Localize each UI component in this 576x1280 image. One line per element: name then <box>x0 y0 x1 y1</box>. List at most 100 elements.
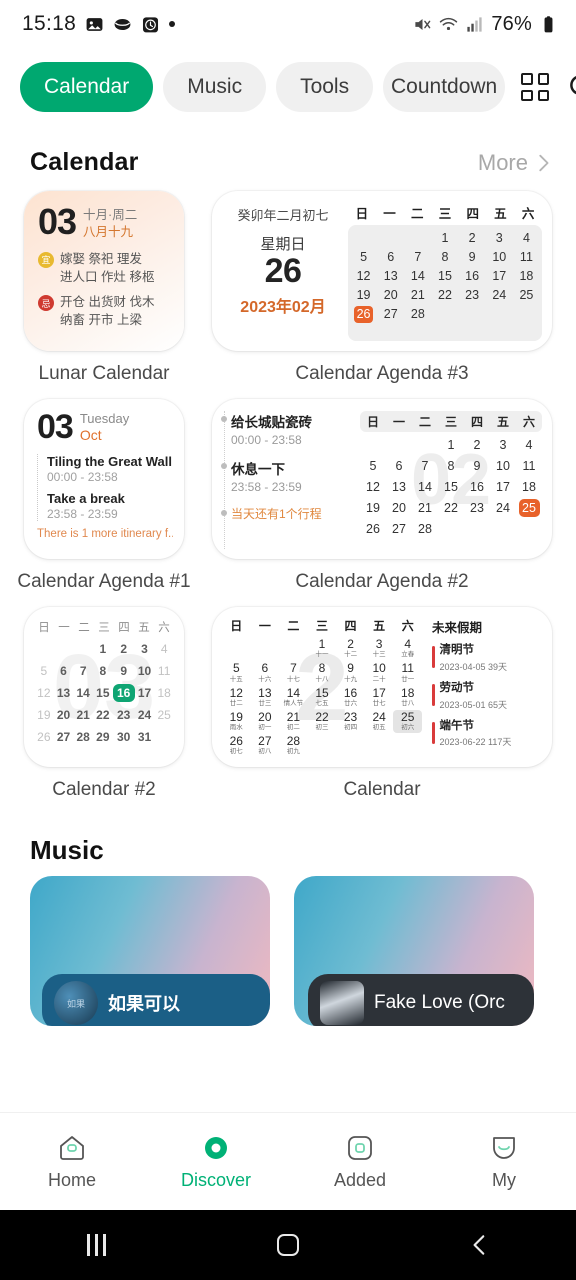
calendar-day-cell[interactable]: 6 十六 <box>251 661 280 684</box>
widget-lunar-calendar[interactable]: 03 十月·周二 八月十九 宜 嫁娶 祭祀 理发 进人口 作灶 移柩 忌 开仓 … <box>24 191 184 351</box>
tab-calendar[interactable]: Calendar <box>20 62 154 112</box>
calendar-day-cell[interactable]: 14 <box>412 478 438 496</box>
calendar-day-cell[interactable]: 3 十三 <box>365 637 394 660</box>
list-item[interactable]: 劳动节 2023-05-01 65天 <box>432 682 544 711</box>
calendar-day-cell[interactable]: 2 <box>464 436 490 454</box>
calendar-day-cell[interactable]: 25 <box>513 287 540 304</box>
calendar-day-cell[interactable]: 18 廿八 <box>393 686 422 709</box>
list-item[interactable]: Tiling the Great Wall 00:00 - 23:58 <box>47 454 173 484</box>
calendar-day-cell[interactable]: 5 十五 <box>222 661 251 684</box>
calendar-day-cell[interactable]: 22 <box>93 706 113 724</box>
calendar-day-cell[interactable]: 6 <box>54 662 74 680</box>
calendar-day-cell[interactable]: 10 二十 <box>365 661 394 684</box>
widget-calendar-2[interactable]: 03 日一二三四五六 1 2 3 4 5 6 7 8 9 10 11 12 13 14 15 16 17 18 19… <box>24 607 184 767</box>
calendar-day-cell[interactable]: 18 <box>154 684 174 702</box>
calendar-day-cell[interactable]: 23 <box>113 706 135 724</box>
calendar-day-cell[interactable]: 16 <box>459 268 486 285</box>
calendar-day-cell[interactable]: 1 <box>431 230 458 247</box>
calendar-day-cell[interactable]: 19 <box>34 706 54 724</box>
calendar-day-cell[interactable]: 28 初九 <box>279 734 308 757</box>
search-icon[interactable] <box>567 72 576 102</box>
calendar-day-cell[interactable]: 8 <box>431 249 458 266</box>
calendar-day-cell[interactable]: 20 <box>377 287 404 304</box>
list-item[interactable]: 清明节 2023-04-05 39天 <box>432 644 544 673</box>
list-item[interactable]: 休息一下 23:58 - 23:59 <box>221 458 352 494</box>
calendar-day-cell[interactable]: 27 <box>386 520 412 538</box>
widget-calendar-agenda-3[interactable]: 癸卯年二月初七 星期日 26 2023年02月 日一二三四五六 12345678… <box>212 191 552 351</box>
calendar-day-cell[interactable]: 14 情人节 <box>279 686 308 709</box>
scroll-content[interactable]: Calendar More 03 十月·周二 八月十九 宜 嫁娶 祭祀 理发 进… <box>0 126 576 1130</box>
tab-countdown[interactable]: Countdown <box>383 62 506 112</box>
calendar-day-cell[interactable]: 17 <box>490 478 516 496</box>
calendar-day-cell[interactable]: 17 <box>486 268 513 285</box>
calendar-day-cell[interactable]: 29 <box>93 728 113 746</box>
widget-calendar-big[interactable]: 2 日一二三四五六 1 十一 2 十二 3 十三 4 立春 5 十五 6 十六 7 十七 8 十八 9 十九 10 二… <box>212 607 552 767</box>
calendar-day-cell[interactable]: 16 <box>112 684 135 702</box>
calendar-day-cell[interactable]: 12 廿二 <box>222 686 251 709</box>
calendar-day-cell[interactable]: 24 <box>135 706 155 724</box>
calendar-day-cell[interactable]: 11 <box>154 662 174 680</box>
calendar-day-cell[interactable]: 14 <box>404 268 431 285</box>
tab-tools[interactable]: Tools <box>276 62 374 112</box>
calendar-day-cell[interactable]: 14 <box>73 684 93 702</box>
calendar-day-cell[interactable]: 7 <box>404 249 431 266</box>
calendar-day-cell[interactable]: 4 <box>513 230 540 247</box>
calendar-day-cell[interactable]: 2 十二 <box>336 637 365 660</box>
calendar-day-cell[interactable]: 26 <box>34 728 54 746</box>
calendar-day-cell[interactable]: 9 <box>459 249 486 266</box>
music-card-1[interactable]: 如果 如果可以 <box>30 876 270 1026</box>
calendar-day-cell[interactable]: 26 <box>360 520 386 538</box>
calendar-day-cell[interactable]: 22 <box>438 499 464 517</box>
calendar-day-cell[interactable]: 28 <box>404 306 431 323</box>
calendar-day-cell[interactable]: 10 <box>490 457 516 475</box>
music-card-2[interactable]: Fake Love (Orc <box>294 876 534 1026</box>
calendar-day-cell[interactable]: 19 <box>360 499 386 517</box>
calendar-day-cell[interactable]: 16 <box>464 478 490 496</box>
calendar-day-cell[interactable]: 23 <box>459 287 486 304</box>
calendar-day-cell[interactable]: 7 <box>73 662 93 680</box>
calendar-day-cell[interactable]: 7 十七 <box>279 661 308 684</box>
calendar-day-cell[interactable]: 5 <box>34 662 54 680</box>
nav-item-discover[interactable]: Discover <box>144 1133 288 1191</box>
calendar-day-cell[interactable]: 11 廿一 <box>393 661 422 684</box>
calendar-day-cell[interactable]: 24 初五 <box>365 710 394 733</box>
calendar-day-cell[interactable]: 5 <box>350 249 377 266</box>
nav-item-added[interactable]: Added <box>288 1133 432 1191</box>
calendar-more-link[interactable]: More <box>478 150 554 176</box>
calendar-day-cell[interactable]: 28 <box>73 728 93 746</box>
calendar-day-cell[interactable]: 2 <box>113 640 135 658</box>
widget-calendar-agenda-2[interactable]: 给长城贴瓷砖 00:00 - 23:58 休息一下 23:58 - 23:59 … <box>212 399 552 559</box>
calendar-day-cell[interactable]: 20 初一 <box>251 710 280 733</box>
calendar-day-cell[interactable]: 9 <box>464 457 490 475</box>
calendar-day-cell[interactable]: 15 七五 <box>308 686 337 709</box>
calendar-day-cell[interactable]: 6 <box>386 457 412 475</box>
calendar-day-cell[interactable]: 20 <box>386 499 412 517</box>
calendar-day-cell[interactable]: 23 初四 <box>336 710 365 733</box>
calendar-day-cell[interactable]: 22 初三 <box>308 710 337 733</box>
calendar-day-cell[interactable]: 15 <box>438 478 464 496</box>
calendar-day-cell[interactable]: 18 <box>516 478 542 496</box>
grid-view-icon[interactable] <box>521 73 550 101</box>
calendar-day-cell[interactable]: 16 廿六 <box>336 686 365 709</box>
calendar-day-cell[interactable]: 30 <box>113 728 135 746</box>
calendar-day-cell[interactable]: 1 十一 <box>308 637 337 660</box>
calendar-day-cell[interactable]: 13 <box>54 684 74 702</box>
calendar-day-cell[interactable]: 4 立春 <box>393 637 422 660</box>
calendar-day-cell[interactable]: 3 <box>486 230 513 247</box>
calendar-day-cell[interactable]: 25 <box>518 499 540 517</box>
calendar-day-cell[interactable]: 21 <box>412 499 438 517</box>
calendar-day-cell[interactable]: 4 <box>154 640 174 658</box>
calendar-day-cell[interactable]: 23 <box>464 499 490 517</box>
calendar-day-cell[interactable]: 9 <box>113 662 135 680</box>
home-button[interactable] <box>192 1234 384 1256</box>
calendar-day-cell[interactable]: 19 <box>350 287 377 304</box>
back-button[interactable] <box>384 1232 576 1258</box>
calendar-day-cell[interactable]: 2 <box>459 230 486 247</box>
calendar-day-cell[interactable]: 19 雨水 <box>222 710 251 733</box>
calendar-day-cell[interactable]: 27 <box>54 728 74 746</box>
calendar-day-cell[interactable]: 22 <box>431 287 458 304</box>
calendar-day-cell[interactable]: 31 <box>135 728 155 746</box>
calendar-day-cell[interactable]: 9 十九 <box>336 661 365 684</box>
calendar-day-cell[interactable]: 24 <box>490 499 516 517</box>
calendar-day-cell[interactable]: 25 初六 <box>393 709 422 734</box>
